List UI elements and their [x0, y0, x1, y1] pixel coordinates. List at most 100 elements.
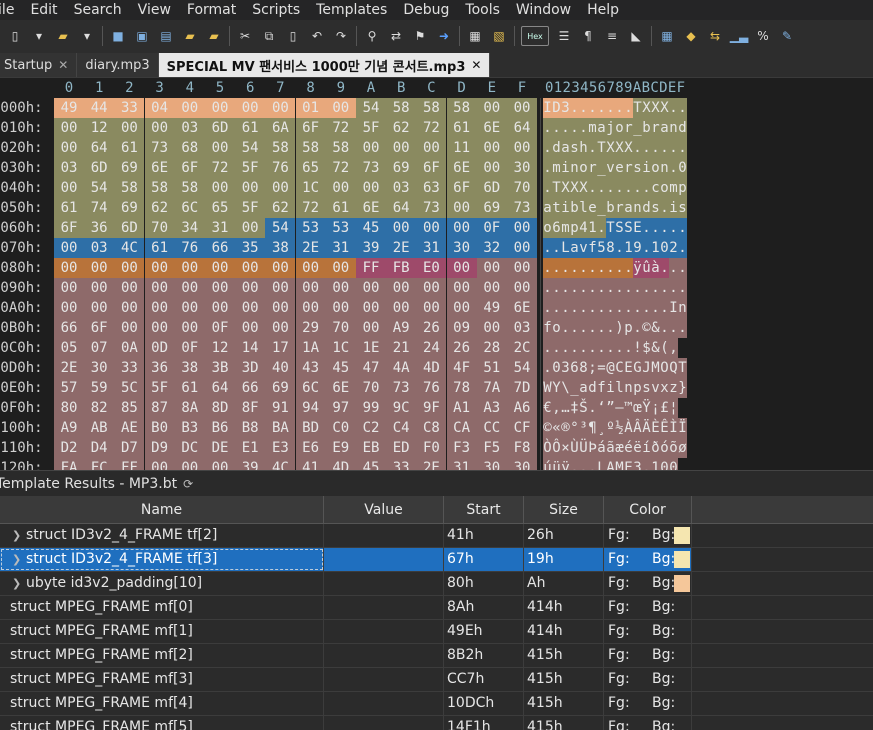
hex-byte[interactable]: 00	[265, 318, 296, 338]
hex-byte[interactable]: 54	[507, 358, 537, 378]
menu-debug[interactable]: Debug	[395, 2, 457, 18]
tab-active-file[interactable]: SPECIAL MV 팬서비스 1000만 기념 콘서트.mp3 ✕	[158, 53, 491, 77]
hex-byte[interactable]: 64	[386, 198, 417, 218]
hex-byte[interactable]: 82	[84, 398, 115, 418]
hex-byte[interactable]: 43	[295, 358, 326, 378]
table-row[interactable]: struct MPEG_FRAME mf[0] 8Ah 414h Fg: Bg:	[0, 596, 873, 620]
hex-byte[interactable]: E3	[265, 438, 296, 458]
hex-byte[interactable]: 00	[54, 138, 84, 158]
hex-byte[interactable]: 00	[325, 98, 356, 118]
hex-byte[interactable]: BA	[265, 418, 296, 438]
hex-byte[interactable]: 64	[507, 118, 537, 138]
hex-byte[interactable]: 39	[356, 238, 386, 258]
hex-byte[interactable]: 73	[386, 378, 417, 398]
hex-byte[interactable]: E9	[325, 438, 356, 458]
replace-icon[interactable]: ⇄	[387, 27, 405, 45]
hex-byte[interactable]: 00	[205, 178, 235, 198]
hex-byte[interactable]: 69	[476, 198, 507, 218]
ascii-row[interactable]: €‚…‡Š.‘”—™œŸ¡£¦	[543, 398, 705, 418]
hex-byte[interactable]: 8F	[235, 398, 266, 418]
hex-byte[interactable]: F8	[507, 438, 537, 458]
hex-byte[interactable]: 00	[205, 298, 235, 318]
lines-icon[interactable]: ≡	[603, 27, 621, 45]
hex-byte[interactable]: 6D	[476, 178, 507, 198]
table-row[interactable]: struct MPEG_FRAME mf[3] CC7h 415h Fg: Bg:	[0, 668, 873, 692]
hex-byte[interactable]: 4C	[114, 238, 145, 258]
menu-tools[interactable]: Tools	[457, 2, 508, 18]
hex-byte[interactable]: 00	[114, 298, 145, 318]
hex-byte[interactable]: 03	[507, 318, 537, 338]
bookmark-icon[interactable]: ◆	[682, 27, 700, 45]
hex-byte[interactable]: 00	[446, 278, 477, 298]
hex-byte[interactable]: 05	[54, 338, 84, 358]
hex-byte[interactable]: 00	[144, 458, 175, 470]
hex-byte[interactable]: 5F	[356, 118, 386, 138]
table-row[interactable]: struct MPEG_FRAME mf[4] 10DCh 415h Fg: Bg:	[0, 692, 873, 716]
hex-byte[interactable]: 3B	[205, 358, 235, 378]
hex-byte[interactable]: 70	[356, 378, 386, 398]
hex-byte[interactable]: 65	[205, 198, 235, 218]
column-header-size[interactable]: Size	[524, 496, 604, 524]
hex-byte[interactable]: A9	[54, 418, 84, 438]
save-as-icon[interactable]: ▣	[133, 27, 151, 45]
hex-byte[interactable]: 38	[174, 358, 205, 378]
hex-byte[interactable]: 73	[416, 198, 447, 218]
checksum-icon[interactable]: %	[754, 27, 772, 45]
hex-byte[interactable]: 0F	[174, 338, 205, 358]
hex-byte[interactable]: 09	[446, 318, 477, 338]
hex-byte[interactable]: 49	[54, 98, 84, 118]
hex-byte[interactable]: 00	[386, 298, 417, 318]
hex-byte[interactable]: 00	[144, 278, 175, 298]
hex-byte[interactable]: 49	[476, 298, 507, 318]
hex-byte[interactable]: 4C	[265, 458, 296, 470]
hex-byte[interactable]: A3	[476, 398, 507, 418]
hex-byte[interactable]: 1C	[295, 178, 326, 198]
new-file-icon[interactable]: ▯	[6, 27, 24, 45]
hex-byte[interactable]: 73	[356, 158, 386, 178]
hex-byte[interactable]: 00	[205, 258, 235, 278]
hex-byte[interactable]: 4A	[386, 358, 417, 378]
hex-byte[interactable]: 78	[446, 378, 477, 398]
hex-byte[interactable]: D9	[144, 438, 175, 458]
ascii-row[interactable]: ÒÔ×ÙÜÞáãæéëíðóõø	[543, 438, 705, 458]
hex-byte[interactable]: 0A	[114, 338, 145, 358]
hex-byte[interactable]: 00	[356, 298, 386, 318]
hex-byte[interactable]: 59	[84, 378, 115, 398]
hex-byte[interactable]: 58	[144, 178, 175, 198]
hex-byte[interactable]: 58	[386, 98, 417, 118]
hex-byte[interactable]: 00	[416, 278, 447, 298]
hex-byte[interactable]: CF	[507, 418, 537, 438]
hex-byte[interactable]: 58	[114, 178, 145, 198]
hex-editor[interactable]: 0123456789ABCDEF 0123456789ABCDEF 0000h:…	[0, 78, 873, 470]
hex-byte[interactable]: 1E	[356, 338, 386, 358]
hex-byte[interactable]: 00	[476, 318, 507, 338]
hex-byte[interactable]: 00	[174, 458, 205, 470]
hex-byte[interactable]: 00	[325, 258, 356, 278]
undo-icon[interactable]: ↶	[308, 27, 326, 45]
table-row[interactable]: ❯ ubyte id3v2_padding[10] 80h Ah Fg: Bg:	[0, 572, 873, 596]
hex-byte[interactable]: 00	[507, 238, 537, 258]
hex-byte[interactable]: 31	[446, 458, 477, 470]
hex-byte[interactable]: 54	[84, 178, 115, 198]
hex-byte[interactable]: 61	[54, 198, 84, 218]
hex-byte[interactable]: 00	[114, 118, 145, 138]
hex-byte[interactable]: 00	[356, 138, 386, 158]
hex-byte[interactable]: 64	[84, 138, 115, 158]
hex-byte[interactable]: 69	[114, 158, 145, 178]
hex-byte[interactable]: 01	[295, 98, 326, 118]
hex-byte[interactable]: 00	[295, 278, 326, 298]
hex-byte[interactable]: 30	[507, 158, 537, 178]
hex-byte[interactable]: 80	[54, 398, 84, 418]
hex-byte[interactable]: 00	[205, 98, 235, 118]
calculator-icon[interactable]: ▦	[658, 27, 676, 45]
hex-byte[interactable]: 61	[325, 198, 356, 218]
hex-byte[interactable]: E0	[416, 258, 447, 278]
hex-byte[interactable]: 26	[416, 318, 447, 338]
hex-byte[interactable]: 03	[84, 238, 115, 258]
hex-byte[interactable]: FC	[84, 458, 115, 470]
hex-byte[interactable]: 30	[507, 458, 537, 470]
hex-byte[interactable]: EB	[356, 438, 386, 458]
hex-byte[interactable]: 74	[84, 198, 115, 218]
hex-byte[interactable]: 6F	[84, 318, 115, 338]
hex-byte[interactable]: 00	[235, 258, 266, 278]
